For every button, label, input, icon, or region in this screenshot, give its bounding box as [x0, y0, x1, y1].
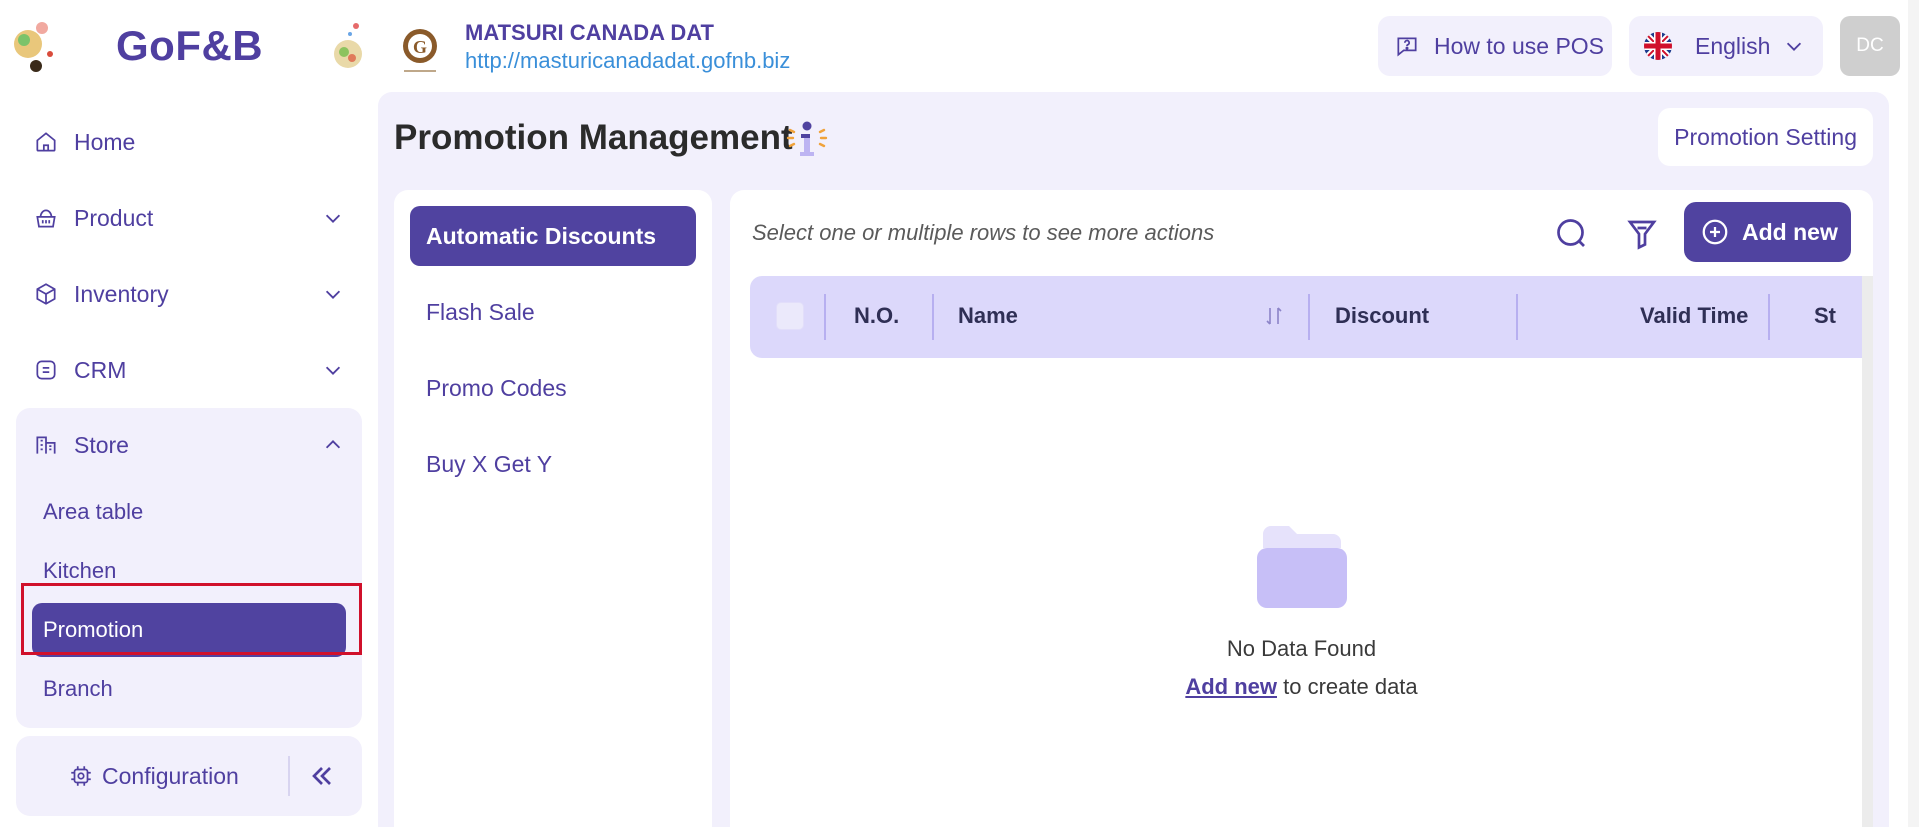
settings-chip-icon	[71, 766, 91, 786]
column-header-status: St	[1814, 303, 1836, 328]
sidebar-subitem-area-table[interactable]: Area table	[16, 482, 362, 541]
chevron-down-icon	[325, 290, 341, 299]
configuration-button[interactable]: Configuration	[68, 763, 239, 790]
language-label: English	[1695, 32, 1771, 59]
column-divider	[1516, 294, 1518, 340]
sidebar-group-store: Store Area table Kitchen Promotion Branc…	[16, 408, 362, 728]
configuration-label: Configuration	[102, 762, 239, 789]
empty-hint-suffix: to create data	[1277, 674, 1418, 699]
sidebar-item-label: Store	[74, 431, 129, 458]
select-all-checkbox[interactable]	[776, 302, 804, 330]
sort-icon[interactable]	[1262, 304, 1286, 328]
sidebar-item-label: Product	[74, 204, 154, 231]
collapse-sidebar-icon[interactable]	[306, 760, 338, 792]
store-url-link[interactable]: http://masturicanadadat.gofnb.biz	[465, 48, 790, 74]
empty-hint: Add new to create data	[730, 674, 1873, 700]
store-name: MATSURI CANADA DAT	[465, 20, 714, 45]
svg-text:G: G	[413, 37, 427, 57]
help-chat-icon	[1397, 37, 1417, 57]
sidebar-item-inventory[interactable]: Inventory	[16, 256, 362, 332]
promotion-type-tabs: Automatic Discounts Flash Sale Promo Cod…	[394, 190, 712, 827]
column-divider	[1768, 294, 1770, 340]
column-divider	[1308, 294, 1310, 340]
sidebar-item-product[interactable]: Product	[16, 180, 362, 256]
empty-state: No Data Found Add new to create data	[730, 520, 1873, 700]
table-header: N.O. Name Discount Valid Time St	[750, 276, 1873, 358]
add-new-button[interactable]: Add new	[1684, 202, 1851, 262]
selection-hint: Select one or multiple rows to see more …	[752, 220, 1215, 245]
sidebar: GoF&B Home Product Inventory CRM Store A…	[0, 0, 372, 827]
empty-title: No Data Found	[1226, 636, 1377, 661]
configuration-bar: Configuration	[16, 736, 362, 816]
tab-flash-sale[interactable]: Flash Sale	[410, 282, 696, 342]
product-icon	[32, 204, 60, 232]
tab-promo-codes[interactable]: Promo Codes	[410, 358, 696, 418]
column-divider	[932, 294, 934, 340]
sidebar-item-label: Home	[74, 128, 136, 155]
column-divider	[824, 294, 826, 340]
chevron-up-icon	[325, 440, 341, 449]
user-avatar[interactable]: DC	[1840, 16, 1900, 76]
divider	[288, 756, 290, 796]
sidebar-subitem-branch[interactable]: Branch	[16, 659, 362, 718]
how-to-use-pos-button[interactable]: How to use POS	[1378, 16, 1612, 76]
language-selector[interactable]: English	[1629, 16, 1823, 76]
crm-icon	[32, 356, 60, 384]
brand-logo[interactable]: GoF&B	[14, 14, 364, 78]
sidebar-item-home[interactable]: Home	[16, 104, 362, 180]
filter-icon[interactable]	[1624, 216, 1660, 252]
sidebar-item-crm[interactable]: CRM	[16, 332, 362, 408]
page-title: Promotion Management	[394, 118, 793, 157]
chevron-down-icon	[325, 366, 341, 375]
add-new-link[interactable]: Add new	[1185, 674, 1277, 699]
promotion-setting-button[interactable]: Promotion Setting	[1658, 108, 1873, 166]
promotion-table-card: Select one or multiple rows to see more …	[730, 190, 1873, 827]
cube-icon	[32, 280, 60, 308]
chevron-down-icon	[325, 214, 341, 223]
info-icon[interactable]	[784, 116, 830, 160]
tab-buy-x-get-y[interactable]: Buy X Get Y	[410, 434, 696, 494]
uk-flag-icon	[1644, 32, 1672, 60]
home-icon	[32, 128, 60, 156]
empty-folder-icon	[1256, 526, 1347, 608]
column-header-valid-time: Valid Time	[1640, 303, 1749, 328]
main-panel: Promotion Management Promotion Setting A…	[378, 92, 1889, 827]
store-icon	[32, 431, 60, 459]
sidebar-item-label: CRM	[74, 356, 127, 383]
how-to-use-pos-label: How to use POS	[1434, 32, 1605, 59]
sidebar-item-store[interactable]: Store	[16, 408, 362, 482]
page-scrollbar[interactable]	[1908, 0, 1919, 827]
add-new-label: Add new	[1742, 218, 1838, 245]
search-icon[interactable]	[1554, 216, 1590, 252]
highlight-outline	[21, 583, 362, 655]
sidebar-item-label: Inventory	[74, 280, 169, 307]
food-decoration-icon	[14, 22, 53, 72]
store-logo-icon: G	[403, 29, 437, 72]
food-decoration-icon	[334, 23, 362, 68]
plus-circle-icon	[1702, 219, 1728, 245]
column-header-name[interactable]: Name	[958, 303, 1018, 329]
brand-logo-text: GoF&B	[116, 22, 264, 69]
column-header-discount: Discount	[1335, 303, 1430, 328]
chevron-down-icon	[1786, 42, 1802, 51]
column-header-no: N.O.	[854, 303, 900, 328]
tab-automatic-discounts[interactable]: Automatic Discounts	[410, 206, 696, 266]
